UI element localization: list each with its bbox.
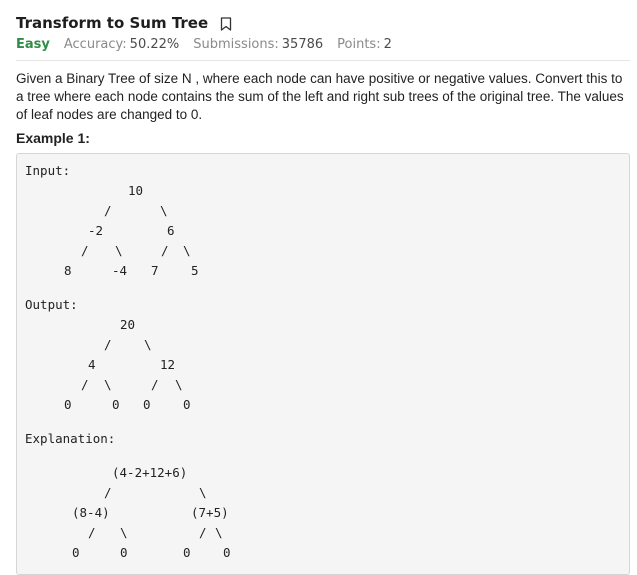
explanation-root: (4-2+12+6) xyxy=(112,465,188,480)
explanation-edge: \ xyxy=(120,525,128,540)
explanation-leaf: 0 xyxy=(72,545,80,560)
accuracy-value: 50.22% xyxy=(129,36,180,52)
output-edge: \ xyxy=(144,337,152,352)
difficulty-badge: Easy xyxy=(16,36,50,52)
input-leaf: 8 xyxy=(64,263,72,278)
output-left: 4 xyxy=(88,357,96,372)
input-label: Input: xyxy=(25,163,71,178)
submissions-label: Submissions: xyxy=(193,36,279,52)
input-edge: / xyxy=(161,243,169,258)
input-edge: \ xyxy=(183,243,191,258)
input-edge: \ xyxy=(115,243,123,258)
output-leaf: 0 xyxy=(64,397,72,412)
input-right: 6 xyxy=(167,223,175,238)
output-edge: \ xyxy=(104,377,112,392)
explanation-leaf: 0 xyxy=(120,545,128,560)
input-root: 10 xyxy=(128,183,144,198)
output-edge: / xyxy=(81,377,89,392)
points-label: Points: xyxy=(337,36,381,52)
output-root: 20 xyxy=(120,317,136,332)
example-code-block: Input: 10 / \ -2 6 / \ / \ 8 -4 7 5 Outp… xyxy=(16,153,630,575)
explanation-label: Explanation: xyxy=(25,431,116,446)
explanation-left: (8-4) xyxy=(72,505,110,520)
problem-meta: Easy Accuracy: 50.22% Submissions: 35786… xyxy=(16,35,630,53)
output-edge: / xyxy=(104,337,112,352)
submissions-value: 35786 xyxy=(281,36,324,52)
example-title: Example 1: xyxy=(16,130,90,146)
problem-description: Given a Binary Tree of size N , where ea… xyxy=(16,71,624,122)
input-leaf: 5 xyxy=(191,263,199,278)
output-leaf: 0 xyxy=(143,397,151,412)
output-edge: \ xyxy=(175,377,183,392)
explanation-edge: \ xyxy=(199,485,207,500)
explanation-edge: / xyxy=(88,525,96,540)
title-row: Transform to Sum Tree xyxy=(16,0,630,34)
input-edge: / xyxy=(104,203,112,218)
points-value: 2 xyxy=(383,36,392,52)
explanation-edge: / xyxy=(199,525,207,540)
explanation-leaf: 0 xyxy=(223,545,231,560)
input-leaf: 7 xyxy=(151,263,159,278)
explanation-edge: \ xyxy=(215,525,223,540)
input-edge: \ xyxy=(160,203,168,218)
problem-title: Transform to Sum Tree xyxy=(16,14,209,32)
input-edge: / xyxy=(81,243,89,258)
output-right: 12 xyxy=(160,357,176,372)
accuracy-label: Accuracy: xyxy=(63,36,127,52)
explanation-leaf: 0 xyxy=(183,545,191,560)
output-leaf: 0 xyxy=(183,397,191,412)
output-leaf: 0 xyxy=(112,397,120,412)
explanation-edge: / xyxy=(104,485,112,500)
input-left: -2 xyxy=(88,223,104,238)
bookmark-icon[interactable] xyxy=(220,16,232,31)
output-label: Output: xyxy=(25,297,78,312)
input-leaf: -4 xyxy=(112,263,128,278)
problem-panel: Transform to Sum Tree Easy Accuracy: 50.… xyxy=(0,0,637,575)
explanation-right: (7+5) xyxy=(191,505,229,520)
output-edge: / xyxy=(151,377,159,392)
divider xyxy=(16,60,630,61)
